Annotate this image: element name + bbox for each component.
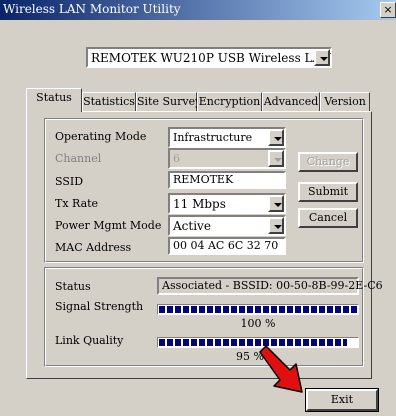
operating-mode-value: Infrastructure — [173, 131, 253, 144]
chevron-down-icon[interactable] — [268, 129, 284, 146]
tx-rate-select[interactable]: 11 Mbps — [168, 193, 286, 214]
change-button: Change — [298, 152, 358, 172]
link-quality-label: Link Quality — [55, 334, 124, 347]
power-mgmt-value: Active — [173, 219, 211, 233]
power-mgmt-select[interactable]: Active — [168, 215, 286, 236]
adapter-select-value: REMOTEK WU210P USB Wireless LAN — [91, 51, 332, 65]
channel-select: 6 — [168, 148, 286, 169]
ssid-input[interactable]: REMOTEK — [168, 171, 286, 189]
operating-mode-select[interactable]: Infrastructure — [168, 127, 286, 148]
chevron-down-icon[interactable] — [268, 217, 284, 234]
tab-encryption[interactable]: Encryption — [197, 92, 262, 111]
power-mgmt-label: Power Mgmt Mode — [55, 219, 162, 232]
cancel-button[interactable]: Cancel — [298, 208, 358, 228]
exit-button[interactable]: Exit — [306, 389, 378, 411]
status-label: Status — [55, 280, 91, 293]
ssid-input-value: REMOTEK — [173, 173, 234, 186]
status-value: Associated - BSSID: 00-50-8B-99-2E-C6 — [162, 279, 383, 292]
mac-address-field: 00 04 AC 6C 32 70 — [168, 237, 286, 255]
signal-strength-fill — [159, 306, 357, 313]
status-field: Associated - BSSID: 00-50-8B-99-2E-C6 — [157, 277, 383, 295]
tab-status[interactable]: Status — [26, 88, 82, 112]
title-bar: Wireless LAN Monitor Utility × — [0, 0, 396, 20]
tx-rate-value: 11 Mbps — [173, 197, 226, 211]
tab-site-survey[interactable]: Site Survey — [136, 92, 201, 111]
signal-strength-percent: 100 % — [240, 317, 276, 330]
chevron-down-icon[interactable] — [268, 195, 284, 212]
window-title: Wireless LAN Monitor Utility — [3, 2, 181, 16]
close-button[interactable]: × — [380, 2, 396, 18]
tab-version[interactable]: Version — [320, 92, 370, 111]
mac-address-value: 00 04 AC 6C 32 70 — [173, 239, 279, 252]
channel-label: Channel — [55, 152, 102, 165]
signal-strength-bar — [157, 304, 359, 315]
tab-statistics[interactable]: Statistics — [82, 92, 136, 111]
adapter-select[interactable]: REMOTEK WU210P USB Wireless LAN — [86, 47, 332, 68]
operating-mode-label: Operating Mode — [55, 130, 147, 143]
mac-address-label: MAC Address — [55, 241, 132, 254]
chevron-down-icon — [268, 150, 284, 167]
ssid-label: SSID — [55, 175, 84, 188]
tx-rate-label: Tx Rate — [55, 197, 99, 210]
channel-value: 6 — [173, 152, 180, 165]
tab-advanced[interactable]: Advanced — [262, 92, 320, 111]
submit-button[interactable]: Submit — [298, 182, 358, 202]
red-arrow-icon — [259, 345, 303, 393]
signal-strength-label: Signal Strength — [55, 300, 144, 313]
chevron-down-icon[interactable] — [314, 49, 330, 66]
